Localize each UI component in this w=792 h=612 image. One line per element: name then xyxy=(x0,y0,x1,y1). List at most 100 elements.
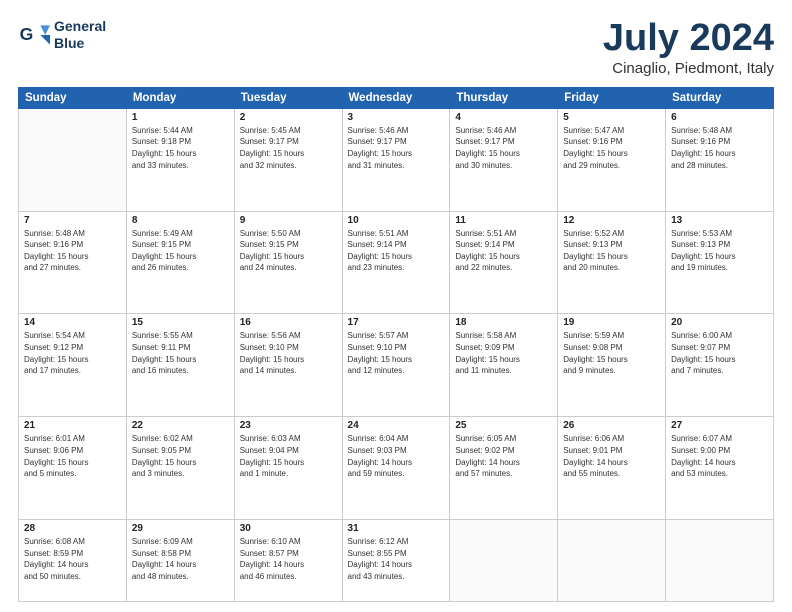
page: G General Blue July 2024 Cinaglio, Piedm… xyxy=(0,0,792,612)
day-number: 30 xyxy=(240,523,337,534)
calendar-cell: 1 Sunrise: 5:44 AMSunset: 9:18 PMDaylight… xyxy=(126,108,234,211)
day-info: Sunrise: 6:05 AMSunset: 9:02 PMDaylight:… xyxy=(455,433,552,479)
calendar-cell xyxy=(19,108,127,211)
day-info: Sunrise: 6:00 AMSunset: 9:07 PMDaylight:… xyxy=(671,330,768,376)
day-info: Sunrise: 6:06 AMSunset: 9:01 PMDaylight:… xyxy=(563,433,660,479)
day-info: Sunrise: 6:10 AMSunset: 8:57 PMDaylight:… xyxy=(240,536,337,582)
day-number: 18 xyxy=(455,317,552,328)
calendar-cell: 9 Sunrise: 5:50 AMSunset: 9:15 PMDaylight… xyxy=(234,211,342,314)
day-number: 2 xyxy=(240,112,337,123)
calendar-cell: 19Sunrise: 5:59 AMSunset: 9:08 PMDayligh… xyxy=(558,314,666,417)
calendar-cell xyxy=(450,520,558,602)
day-info: Sunrise: 6:08 AMSunset: 8:59 PMDaylight:… xyxy=(24,536,121,582)
day-info: Sunrise: 5:57 AMSunset: 9:10 PMDaylight:… xyxy=(348,330,445,376)
day-number: 26 xyxy=(563,420,660,431)
calendar-cell xyxy=(666,520,774,602)
day-number: 5 xyxy=(563,112,660,123)
calendar-col-monday: Monday xyxy=(126,87,234,108)
day-number: 28 xyxy=(24,523,121,534)
calendar-cell: 26 Sunrise: 6:06 AMSunset: 9:01 PMDayligh… xyxy=(558,417,666,520)
day-info: Sunrise: 5:56 AMSunset: 9:10 PMDaylight:… xyxy=(240,330,337,376)
calendar-cell: 5Sunrise: 5:47 AMSunset: 9:16 PMDaylight… xyxy=(558,108,666,211)
calendar-cell: 4 Sunrise: 5:46 AMSunset: 9:17 PMDaylight… xyxy=(450,108,558,211)
day-number: 24 xyxy=(348,420,445,431)
day-number: 17 xyxy=(348,317,445,328)
calendar-cell: 31 Sunrise: 6:12 AMSunset: 8:55 PMDayligh… xyxy=(342,520,450,602)
calendar-week-row: 7Sunrise: 5:48 AMSunset: 9:16 PMDaylight… xyxy=(19,211,774,314)
location: Cinaglio, Piedmont, Italy xyxy=(603,60,774,77)
logo-text: General Blue xyxy=(54,18,106,52)
general-blue-logo-icon: G xyxy=(18,19,50,51)
calendar-cell: 7Sunrise: 5:48 AMSunset: 9:16 PMDaylight… xyxy=(19,211,127,314)
calendar-cell: 17 Sunrise: 5:57 AMSunset: 9:10 PMDayligh… xyxy=(342,314,450,417)
day-info: Sunrise: 6:04 AMSunset: 9:03 PMDaylight:… xyxy=(348,433,445,479)
day-number: 25 xyxy=(455,420,552,431)
calendar-week-row: 21Sunrise: 6:01 AMSunset: 9:06 PMDayligh… xyxy=(19,417,774,520)
day-info: Sunrise: 6:07 AMSunset: 9:00 PMDaylight:… xyxy=(671,433,768,479)
calendar-col-wednesday: Wednesday xyxy=(342,87,450,108)
day-number: 1 xyxy=(132,112,229,123)
day-number: 11 xyxy=(455,215,552,226)
day-number: 13 xyxy=(671,215,768,226)
calendar-col-saturday: Saturday xyxy=(666,87,774,108)
calendar-cell: 24 Sunrise: 6:04 AMSunset: 9:03 PMDayligh… xyxy=(342,417,450,520)
day-info: Sunrise: 5:53 AMSunset: 9:13 PMDaylight:… xyxy=(671,228,768,274)
day-number: 20 xyxy=(671,317,768,328)
logo-line1: General xyxy=(54,18,106,34)
calendar-cell: 11 Sunrise: 5:51 AMSunset: 9:14 PMDayligh… xyxy=(450,211,558,314)
calendar-cell: 2Sunrise: 5:45 AMSunset: 9:17 PMDaylight… xyxy=(234,108,342,211)
calendar-cell: 28 Sunrise: 6:08 AMSunset: 8:59 PMDayligh… xyxy=(19,520,127,602)
logo: G General Blue xyxy=(18,18,106,52)
day-info: Sunrise: 6:03 AMSunset: 9:04 PMDaylight:… xyxy=(240,433,337,479)
calendar-col-friday: Friday xyxy=(558,87,666,108)
calendar-cell: 12Sunrise: 5:52 AMSunset: 9:13 PMDayligh… xyxy=(558,211,666,314)
day-info: Sunrise: 5:46 AMSunset: 9:17 PMDaylight:… xyxy=(455,125,552,171)
calendar-cell: 21Sunrise: 6:01 AMSunset: 9:06 PMDayligh… xyxy=(19,417,127,520)
day-number: 4 xyxy=(455,112,552,123)
calendar-cell: 18Sunrise: 5:58 AMSunset: 9:09 PMDayligh… xyxy=(450,314,558,417)
day-number: 6 xyxy=(671,112,768,123)
day-number: 7 xyxy=(24,215,121,226)
day-number: 16 xyxy=(240,317,337,328)
calendar-cell: 15 Sunrise: 5:55 AMSunset: 9:11 PMDayligh… xyxy=(126,314,234,417)
day-number: 31 xyxy=(348,523,445,534)
day-number: 12 xyxy=(563,215,660,226)
calendar-col-sunday: Sunday xyxy=(19,87,127,108)
day-info: Sunrise: 5:46 AMSunset: 9:17 PMDaylight:… xyxy=(348,125,445,171)
day-info: Sunrise: 6:12 AMSunset: 8:55 PMDaylight:… xyxy=(348,536,445,582)
day-number: 8 xyxy=(132,215,229,226)
title-block: July 2024 Cinaglio, Piedmont, Italy xyxy=(603,18,774,77)
day-info: Sunrise: 6:09 AMSunset: 8:58 PMDaylight:… xyxy=(132,536,229,582)
calendar-col-tuesday: Tuesday xyxy=(234,87,342,108)
calendar-cell: 13 Sunrise: 5:53 AMSunset: 9:13 PMDayligh… xyxy=(666,211,774,314)
calendar-table: SundayMondayTuesdayWednesdayThursdayFrid… xyxy=(18,87,774,602)
day-number: 3 xyxy=(348,112,445,123)
calendar-cell xyxy=(558,520,666,602)
day-number: 27 xyxy=(671,420,768,431)
day-info: Sunrise: 5:50 AMSunset: 9:15 PMDaylight:… xyxy=(240,228,337,274)
calendar-week-row: 1 Sunrise: 5:44 AMSunset: 9:18 PMDaylight… xyxy=(19,108,774,211)
day-number: 9 xyxy=(240,215,337,226)
day-number: 19 xyxy=(563,317,660,328)
calendar-cell: 23 Sunrise: 6:03 AMSunset: 9:04 PMDayligh… xyxy=(234,417,342,520)
day-info: Sunrise: 5:49 AMSunset: 9:15 PMDaylight:… xyxy=(132,228,229,274)
calendar-cell: 20 Sunrise: 6:00 AMSunset: 9:07 PMDayligh… xyxy=(666,314,774,417)
day-number: 23 xyxy=(240,420,337,431)
calendar-cell: 14Sunrise: 5:54 AMSunset: 9:12 PMDayligh… xyxy=(19,314,127,417)
day-number: 15 xyxy=(132,317,229,328)
day-number: 22 xyxy=(132,420,229,431)
day-number: 10 xyxy=(348,215,445,226)
calendar-cell: 25 Sunrise: 6:05 AMSunset: 9:02 PMDayligh… xyxy=(450,417,558,520)
calendar-col-thursday: Thursday xyxy=(450,87,558,108)
calendar-cell: 30 Sunrise: 6:10 AMSunset: 8:57 PMDayligh… xyxy=(234,520,342,602)
calendar-cell: 22Sunrise: 6:02 AMSunset: 9:05 PMDayligh… xyxy=(126,417,234,520)
calendar-week-row: 28 Sunrise: 6:08 AMSunset: 8:59 PMDayligh… xyxy=(19,520,774,602)
day-info: Sunrise: 5:44 AMSunset: 9:18 PMDaylight:… xyxy=(132,125,229,171)
svg-text:G: G xyxy=(20,24,34,44)
calendar-cell: 3 Sunrise: 5:46 AMSunset: 9:17 PMDaylight… xyxy=(342,108,450,211)
day-info: Sunrise: 5:55 AMSunset: 9:11 PMDaylight:… xyxy=(132,330,229,376)
day-info: Sunrise: 5:51 AMSunset: 9:14 PMDaylight:… xyxy=(455,228,552,274)
day-info: Sunrise: 5:48 AMSunset: 9:16 PMDaylight:… xyxy=(671,125,768,171)
calendar-cell: 6 Sunrise: 5:48 AMSunset: 9:16 PMDaylight… xyxy=(666,108,774,211)
header: G General Blue July 2024 Cinaglio, Piedm… xyxy=(18,18,774,77)
